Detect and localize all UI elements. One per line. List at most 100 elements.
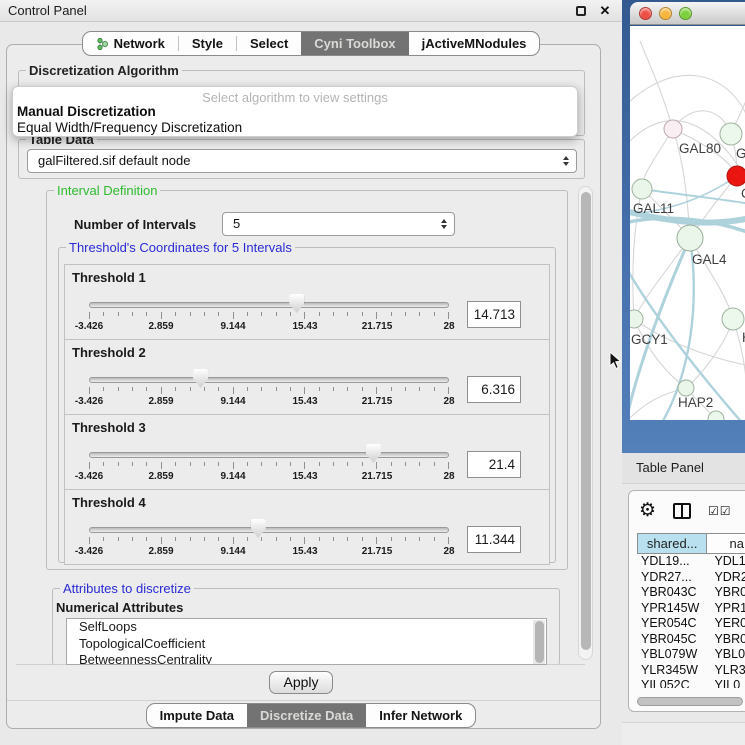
threshold-slider[interactable]: -3.4262.8599.14415.4321.71528	[89, 415, 449, 491]
threshold-slider[interactable]: -3.4262.8599.14415.4321.71528	[89, 490, 449, 566]
network-node[interactable]	[664, 120, 682, 138]
network-node[interactable]	[630, 310, 643, 328]
tab-select[interactable]: Select	[237, 32, 301, 55]
algorithm-placeholder-item[interactable]: Select algorithm to view settings	[13, 90, 577, 105]
cell-shared-name[interactable]: YBR043C	[637, 585, 707, 601]
bottom-tabset: Impute DataDiscretize DataInfer Network	[146, 703, 477, 728]
slider-ticks	[89, 537, 449, 545]
tab-infer-network[interactable]: Infer Network	[366, 704, 475, 727]
cell-shared-name[interactable]: YER054C	[637, 616, 707, 632]
threshold-block: Threshold 2 -3.4262.8599.14415.4321.7152…	[64, 339, 550, 415]
select-columns-icon[interactable]: ☑☑	[708, 504, 732, 518]
cell-name[interactable]: YBR0	[707, 632, 745, 648]
tab-cyni-toolbox[interactable]: Cyni Toolbox	[301, 32, 408, 55]
attribute-item-betweennesscentrality[interactable]: BetweennessCentrality	[67, 652, 546, 665]
network-graph[interactable]: GAL80GCGAL11GAL4GCY1HHAP2	[630, 26, 745, 420]
close-panel-button[interactable]: ✕	[597, 0, 613, 22]
cell-name[interactable]: YPR1	[707, 601, 745, 617]
threshold-value-field[interactable]: 14.713	[467, 301, 521, 328]
slider-thumb[interactable]	[289, 294, 304, 313]
slider-track[interactable]	[89, 452, 449, 458]
cell-shared-name[interactable]: YPR145W	[637, 601, 707, 617]
network-node[interactable]	[722, 308, 744, 330]
cell-name[interactable]: YDL1	[707, 554, 745, 570]
table-row[interactable]: YBL079WYBL0	[637, 647, 745, 663]
cell-name[interactable]: YBR0	[707, 585, 745, 601]
network-node[interactable]	[632, 179, 652, 199]
node-label-g: G	[736, 146, 745, 161]
mac-close-button[interactable]	[639, 7, 652, 20]
network-node[interactable]	[720, 123, 742, 145]
gear-icon[interactable]: ⚙	[639, 501, 656, 521]
threshold-value-field[interactable]: 21.4	[467, 451, 521, 478]
table-row[interactable]: YIL052CYIL0	[637, 678, 745, 688]
attributes-list-scrollbar[interactable]	[533, 620, 545, 664]
table-row[interactable]: YDR27...YDR2	[637, 570, 745, 586]
slider-track[interactable]	[89, 527, 449, 533]
threshold-slider[interactable]: -3.4262.8599.14415.4321.71528	[89, 265, 449, 341]
network-node[interactable]	[678, 380, 694, 396]
settings-scrollbar-thumb[interactable]	[581, 192, 591, 650]
table-panel-title: Table Panel	[636, 460, 704, 475]
threshold-value-field[interactable]: 11.344	[467, 526, 521, 553]
slider-thumb[interactable]	[366, 444, 381, 463]
number-of-intervals-select[interactable]: 5	[222, 212, 455, 236]
tick-label: 9.144	[220, 471, 245, 482]
network-window-titlebar[interactable]	[630, 2, 745, 25]
tab-label: Select	[250, 36, 288, 51]
control-panel-title: Control Panel	[8, 3, 87, 18]
cell-shared-name[interactable]: YLR345W	[637, 663, 707, 679]
threshold-slider[interactable]: -3.4262.8599.14415.4321.71528	[89, 340, 449, 416]
settings-vertical-scrollbar[interactable]	[578, 186, 593, 660]
table-horizontal-scrollbar[interactable]	[637, 697, 743, 706]
table-row[interactable]: YER054CYER0	[637, 616, 745, 632]
algorithm-option-equal-width-frequency-discretization[interactable]: Equal Width/Frequency Discretization	[17, 120, 242, 135]
network-canvas[interactable]: GAL80GCGAL11GAL4GCY1HHAP2	[630, 26, 745, 420]
algorithm-option-manual-discretization[interactable]: Manual Discretization	[17, 104, 156, 119]
cell-shared-name[interactable]: YIL052C	[637, 678, 707, 688]
table-row[interactable]: YDL19...YDL1	[637, 554, 745, 570]
column-header-shared-name[interactable]: shared...	[637, 533, 707, 554]
table-row[interactable]: YLR345WYLR3	[637, 663, 745, 679]
network-node[interactable]	[708, 411, 724, 420]
cell-name[interactable]: YLR3	[707, 663, 745, 679]
tab-impute-data[interactable]: Impute Data	[147, 704, 247, 727]
cell-shared-name[interactable]: YDL19...	[637, 554, 707, 570]
mouse-cursor	[609, 351, 622, 370]
tab-network[interactable]: Network	[83, 32, 178, 55]
cell-shared-name[interactable]: YBR045C	[637, 632, 707, 648]
table-row[interactable]: YPR145WYPR1	[637, 601, 745, 617]
mac-minimize-button[interactable]	[659, 7, 672, 20]
apply-button[interactable]: Apply	[269, 671, 333, 694]
slider-track[interactable]	[89, 302, 449, 308]
attribute-item-selfloops[interactable]: SelfLoops	[67, 619, 546, 636]
mac-zoom-button[interactable]	[679, 7, 692, 20]
slider-thumb[interactable]	[193, 369, 208, 388]
slider-track[interactable]	[89, 377, 449, 383]
float-window-button[interactable]	[576, 6, 586, 16]
table-row[interactable]: YBR045CYBR0	[637, 632, 745, 648]
network-node[interactable]	[727, 166, 745, 186]
cell-shared-name[interactable]: YDR27...	[637, 570, 707, 586]
cell-name[interactable]: YER0	[707, 616, 745, 632]
cell-shared-name[interactable]: YBL079W	[637, 647, 707, 663]
cell-name[interactable]: YDR2	[707, 570, 745, 586]
split-columns-icon[interactable]	[673, 503, 691, 519]
numerical-attributes-list[interactable]: SelfLoopsTopologicalCoefficientBetweenne…	[66, 618, 547, 665]
attribute-item-topologicalcoefficient[interactable]: TopologicalCoefficient	[67, 636, 546, 653]
cell-name[interactable]: YIL0	[707, 678, 745, 688]
node-table[interactable]: shared... na YDL19...YDL1YDR27...YDR2YBR…	[637, 533, 745, 688]
slider-thumb[interactable]	[251, 519, 266, 538]
threshold-value-field[interactable]: 6.316	[467, 376, 521, 403]
table-data-select[interactable]: galFiltered.sif default node	[27, 149, 577, 173]
attributes-scrollbar-thumb[interactable]	[535, 621, 544, 663]
tick-label: 9.144	[220, 546, 245, 557]
cell-name[interactable]: YBL0	[707, 647, 745, 663]
table-rows: YDL19...YDL1YDR27...YDR2YBR043CYBR0YPR14…	[637, 554, 745, 688]
table-row[interactable]: YBR043CYBR0	[637, 585, 745, 601]
tab-jactivemnodules[interactable]: jActiveMNodules	[409, 32, 540, 55]
tab-style[interactable]: Style	[179, 32, 236, 55]
column-header-name[interactable]: na	[707, 533, 745, 554]
network-node[interactable]	[677, 225, 703, 251]
tab-discretize-data[interactable]: Discretize Data	[247, 704, 366, 727]
